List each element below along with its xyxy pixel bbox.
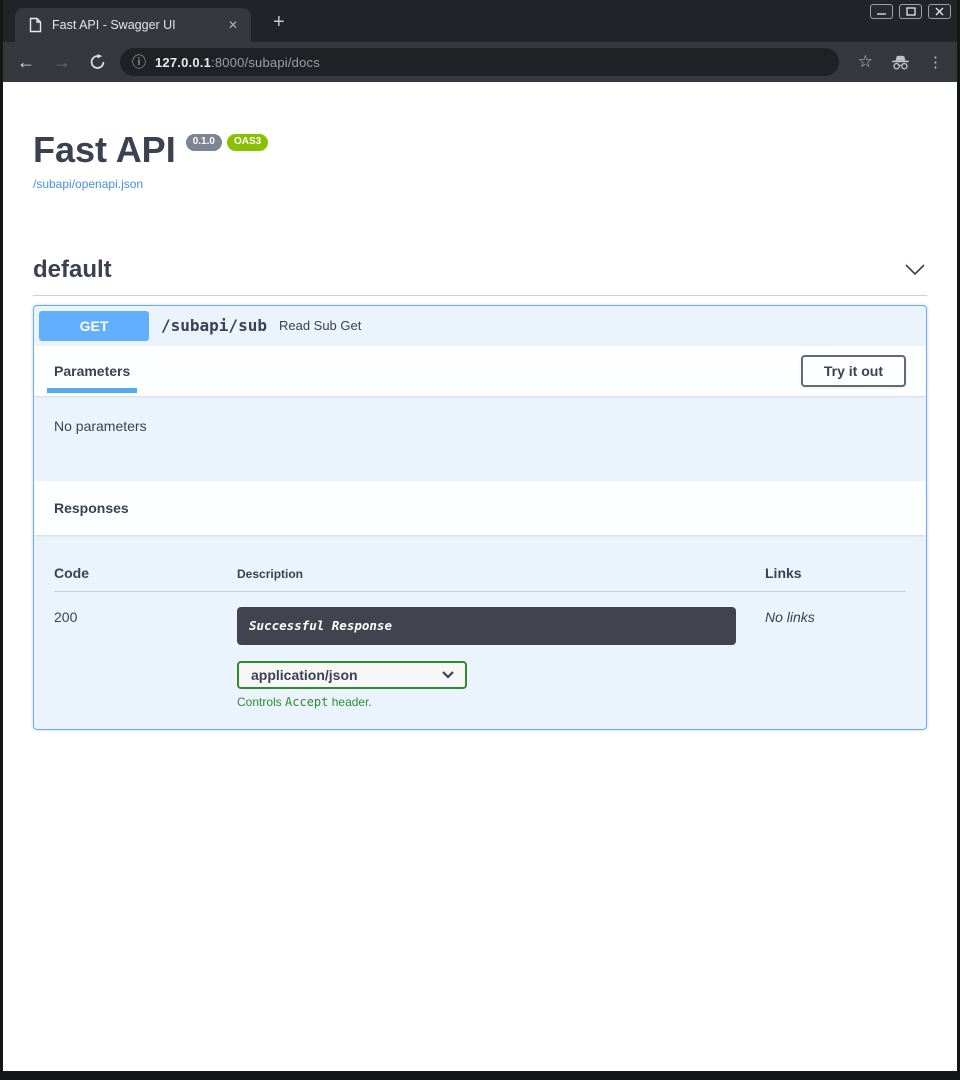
page-icon xyxy=(29,17,42,33)
http-method-badge: GET xyxy=(39,311,149,341)
column-header-description: Description xyxy=(237,567,765,581)
url-text: 127.0.0.1:8000/subapi/docs xyxy=(155,55,320,70)
reload-icon xyxy=(89,54,106,71)
media-type-select[interactable]: application/json xyxy=(237,661,467,689)
try-it-out-button[interactable]: Try it out xyxy=(801,355,906,387)
operation-summary[interactable]: GET /subapi/sub Read Sub Get xyxy=(34,306,926,346)
minimize-icon xyxy=(876,7,887,16)
site-info-icon[interactable]: ⓘ xyxy=(132,52,146,72)
parameters-body: No parameters xyxy=(34,396,926,481)
hint-prefix: Controls xyxy=(237,695,285,709)
responses-table-header: Code Description Links xyxy=(54,551,906,592)
url-path: :8000/subapi/docs xyxy=(211,55,320,70)
response-row: 200 Successful Response application/json xyxy=(54,592,906,709)
incognito-icon xyxy=(891,55,910,70)
operation-path: /subapi/sub xyxy=(161,316,267,335)
window-controls xyxy=(870,4,951,19)
response-description-text: Successful Response xyxy=(249,618,392,633)
accept-header-hint: Controls Accept header. xyxy=(237,695,765,709)
close-icon xyxy=(935,7,944,16)
response-links: No links xyxy=(765,607,906,709)
titlebar: Fast API - Swagger UI ✕ + xyxy=(3,0,957,42)
response-code: 200 xyxy=(54,607,237,709)
api-info: Fast API 0.1.0 OAS3 /subapi/openapi.json xyxy=(33,131,927,193)
reload-button[interactable] xyxy=(89,54,106,71)
tag-name: default xyxy=(33,256,112,284)
new-tab-button[interactable]: + xyxy=(267,9,291,36)
tab-close-icon[interactable]: ✕ xyxy=(225,16,241,34)
responses-section-header: Responses xyxy=(34,481,926,535)
tab-title: Fast API - Swagger UI xyxy=(52,18,225,32)
hint-suffix: header. xyxy=(328,695,371,709)
no-parameters-text: No parameters xyxy=(54,418,147,434)
maximize-icon xyxy=(906,7,916,16)
parameters-section-header: Parameters Try it out xyxy=(34,346,926,396)
oas3-badge: OAS3 xyxy=(227,134,268,151)
column-header-links: Links xyxy=(765,565,906,581)
back-button[interactable]: ← xyxy=(17,53,35,71)
accept-code: Accept xyxy=(285,695,328,709)
tag-section-header[interactable]: default xyxy=(33,247,927,296)
forward-button: → xyxy=(53,53,71,71)
openapi-spec-link[interactable]: /subapi/openapi.json xyxy=(33,177,143,191)
swagger-page: Fast API 0.1.0 OAS3 /subapi/openapi.json d… xyxy=(3,82,957,1071)
menu-icon[interactable]: ⋮ xyxy=(928,53,943,71)
tab-parameters[interactable]: Parameters xyxy=(54,363,130,379)
select-arrow-icon xyxy=(442,671,454,679)
close-button[interactable] xyxy=(928,4,951,19)
chevron-down-icon[interactable] xyxy=(905,264,925,275)
version-badge: 0.1.0 xyxy=(186,134,222,151)
responses-body: Code Description Links 200 Successful Re… xyxy=(34,535,926,729)
column-header-code: Code xyxy=(54,565,237,581)
responses-title: Responses xyxy=(54,500,129,516)
media-type-value: application/json xyxy=(251,667,358,683)
operation-summary-text: Read Sub Get xyxy=(279,318,361,333)
browser-toolbar: ← → ⓘ 127.0.0.1:8000/subapi/docs ☆ ⋮ xyxy=(3,42,957,82)
maximize-button[interactable] xyxy=(899,4,922,19)
browser-tab[interactable]: Fast API - Swagger UI ✕ xyxy=(15,8,251,42)
browser-window: Fast API - Swagger UI ✕ + ← → ⓘ 127.0.0.… xyxy=(0,0,960,1080)
operation-block: GET /subapi/sub Read Sub Get Parameters … xyxy=(33,305,927,730)
api-title-text: Fast API xyxy=(33,131,176,169)
bookmark-star-icon[interactable]: ☆ xyxy=(858,52,873,72)
address-bar[interactable]: ⓘ 127.0.0.1:8000/subapi/docs xyxy=(120,48,839,76)
page-title: Fast API 0.1.0 OAS3 xyxy=(33,131,927,169)
response-description-box: Successful Response xyxy=(237,607,736,645)
url-host: 127.0.0.1 xyxy=(155,55,211,70)
minimize-button[interactable] xyxy=(870,4,893,19)
